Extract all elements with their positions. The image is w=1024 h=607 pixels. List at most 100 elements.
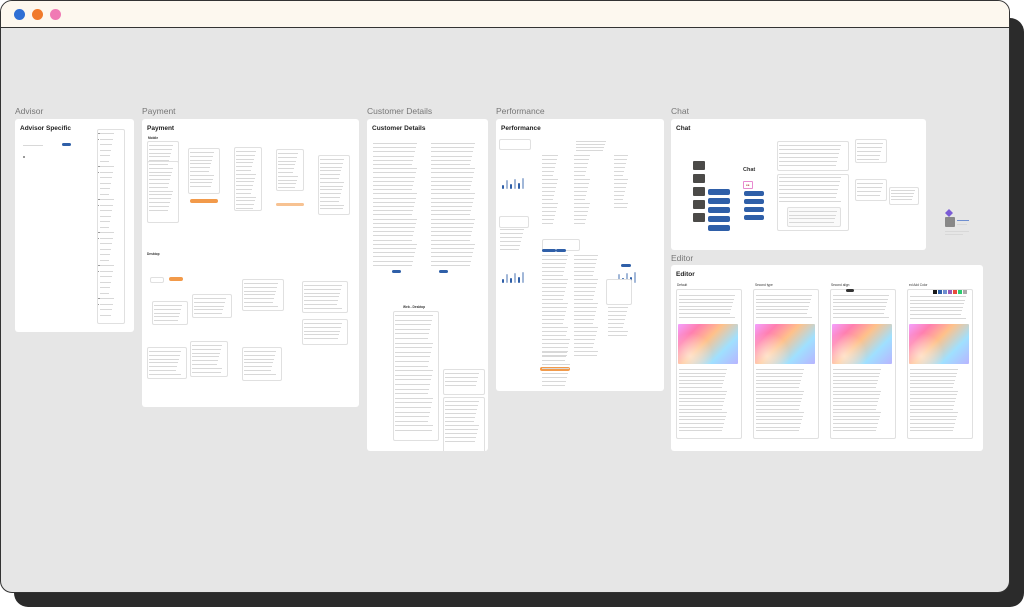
placeholder-line <box>98 303 99 305</box>
placeholder-line <box>395 347 432 349</box>
placeholder-line <box>278 160 296 162</box>
placeholder-line <box>614 171 624 172</box>
placeholder-line <box>100 199 114 200</box>
placeholder-line <box>278 156 297 158</box>
placeholder-line <box>756 316 812 318</box>
editor-variant-label: ed Add Color <box>909 283 928 287</box>
frame-label-editor: Editor <box>671 253 694 263</box>
placeholder-line <box>679 369 727 370</box>
frame-payment[interactable]: Payment Mobile Desktop <box>142 119 359 407</box>
customer-desktop-save-button[interactable] <box>439 270 448 273</box>
placeholder-line <box>542 275 563 276</box>
placeholder-line <box>431 147 474 149</box>
placeholder-line <box>431 155 472 157</box>
placeholder-line <box>614 167 625 168</box>
zoom-button[interactable] <box>50 9 61 20</box>
placeholder-line <box>304 296 339 298</box>
frame-customer-details[interactable]: Customer Details Web - Desktop <box>367 119 488 451</box>
placeholder-line <box>244 283 278 284</box>
placeholder-line <box>679 419 725 421</box>
placeholder-line <box>679 415 726 417</box>
placeholder-line <box>190 178 213 180</box>
placeholder-line <box>833 423 878 424</box>
placeholder-line <box>779 177 841 178</box>
placeholder-line <box>395 356 430 358</box>
advisor-action-button[interactable] <box>62 143 71 146</box>
placeholder-line <box>149 373 181 375</box>
placeholder-line <box>395 342 433 344</box>
placeholder-line <box>100 166 114 167</box>
placeholder-line <box>373 256 414 258</box>
placeholder-line <box>431 214 470 216</box>
placeholder-line <box>149 152 171 154</box>
placeholder-line <box>445 441 475 442</box>
editor-variant-label: Second type <box>755 283 773 287</box>
mini-chart-bar <box>634 272 636 283</box>
chat-badge: ●● <box>743 181 753 189</box>
placeholder-line <box>574 323 593 324</box>
placeholder-line <box>756 415 803 417</box>
placeholder-line <box>192 345 222 346</box>
placeholder-line <box>100 243 112 244</box>
placeholder-line <box>574 319 594 320</box>
placeholder-line <box>244 286 277 288</box>
placeholder-line <box>542 183 557 184</box>
placeholder-line <box>373 252 415 254</box>
placeholder-line <box>395 397 433 399</box>
placeholder-line <box>431 239 470 241</box>
frame-chat[interactable]: Chat Chat ●● <box>671 119 926 250</box>
editor-toolbar-active[interactable] <box>846 289 854 292</box>
frame-title-customer: Customer Details <box>372 125 426 132</box>
placeholder-line <box>574 303 598 304</box>
mini-chart-bar <box>514 179 516 189</box>
placeholder-line <box>100 314 111 316</box>
placeholder-line <box>304 323 342 324</box>
plugin-thumbnail[interactable] <box>945 215 971 237</box>
placeholder-line <box>373 164 412 165</box>
placeholder-line <box>542 368 569 370</box>
frame-title-performance: Performance <box>501 125 541 132</box>
placeholder-line <box>542 175 553 176</box>
placeholder-line <box>278 175 298 177</box>
placeholder-line <box>542 307 567 308</box>
placeholder-line <box>149 186 168 188</box>
placeholder-line <box>608 323 624 324</box>
placeholder-line <box>542 364 570 366</box>
payment-mobile-pay-button[interactable] <box>190 199 218 203</box>
placeholder-line <box>833 394 880 396</box>
placeholder-line <box>194 301 225 303</box>
placeholder-line <box>154 312 180 314</box>
performance-tab-active[interactable] <box>621 264 631 267</box>
payment-desktop-tab-active[interactable] <box>169 277 183 281</box>
placeholder-line <box>574 223 585 224</box>
editor-variant-label: Default <box>677 283 688 287</box>
minimize-button[interactable] <box>32 9 43 20</box>
placeholder-line <box>236 192 251 194</box>
editor-gradient-image <box>678 324 738 364</box>
placeholder-line <box>395 411 430 413</box>
placeholder-line <box>542 163 556 164</box>
customer-mobile-save-button[interactable] <box>392 270 401 273</box>
placeholder-line <box>608 335 627 336</box>
placeholder-line <box>373 214 412 216</box>
close-button[interactable] <box>14 9 25 20</box>
editor-color-palette[interactable] <box>933 290 969 294</box>
placeholder-line <box>373 172 416 174</box>
placeholder-line <box>779 145 841 146</box>
placeholder-line <box>278 172 293 173</box>
placeholder-line <box>574 255 598 256</box>
placeholder-line <box>756 376 802 378</box>
plugin-icon[interactable] <box>945 204 953 217</box>
placeholder-line <box>614 199 623 200</box>
placeholder-line <box>542 319 564 320</box>
placeholder-line <box>779 201 841 202</box>
frame-editor[interactable]: Editor Default Second type Second align … <box>671 265 983 451</box>
placeholder-line <box>100 210 112 211</box>
placeholder-line <box>756 369 804 370</box>
frame-performance[interactable]: Performance <box>496 119 664 391</box>
frame-advisor[interactable]: Advisor Specific <box>15 119 134 332</box>
placeholder-line <box>857 159 879 160</box>
placeholder-line <box>190 159 212 161</box>
placeholder-line <box>373 243 417 245</box>
placeholder-line <box>891 196 913 197</box>
